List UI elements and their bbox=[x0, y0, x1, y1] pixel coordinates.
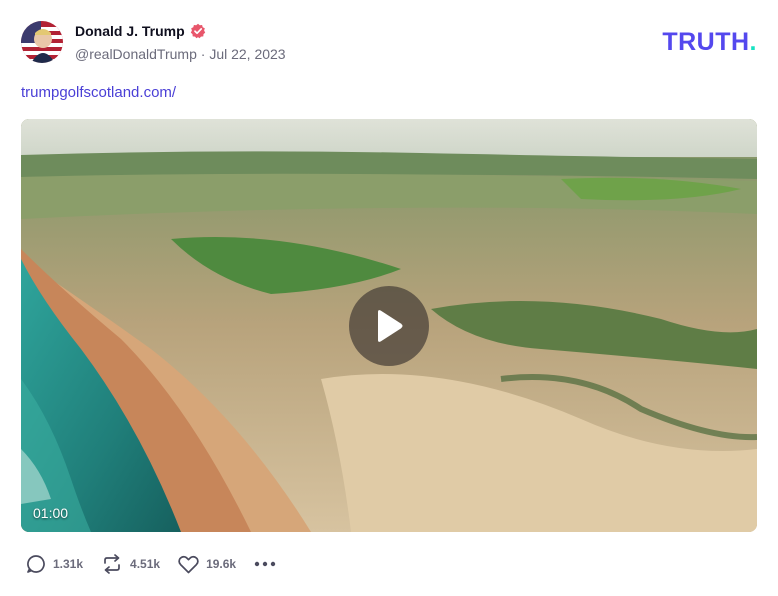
like-count: 19.6k bbox=[206, 557, 237, 571]
post-actions: 1.31k 4.51k 19.6k bbox=[26, 554, 276, 574]
repost-arrows-icon bbox=[104, 554, 120, 574]
reply-count: 1.31k bbox=[53, 557, 84, 571]
avatar[interactable] bbox=[21, 21, 63, 63]
more-dots-icon bbox=[254, 561, 276, 567]
play-button[interactable] bbox=[349, 286, 429, 366]
meta-separator: · bbox=[200, 46, 206, 62]
video-player[interactable]: 01:00 bbox=[21, 119, 757, 532]
author-name[interactable]: Donald J. Trump bbox=[75, 23, 185, 39]
reply-button[interactable]: 1.31k bbox=[26, 554, 83, 574]
post-meta: @realDonaldTrump · Jul 22, 2023 bbox=[75, 46, 286, 62]
post-link[interactable]: trumpgolfscotland.com/ bbox=[21, 84, 176, 101]
heart-icon bbox=[178, 555, 199, 573]
repost-count: 4.51k bbox=[130, 557, 161, 571]
video-duration: 01:00 bbox=[33, 505, 69, 521]
play-icon bbox=[378, 310, 403, 342]
author-handle[interactable]: @realDonaldTrump bbox=[75, 46, 197, 62]
post-header: Donald J. Trump @realDonaldTrump · Jul 2… bbox=[21, 21, 757, 65]
repost-button[interactable]: 4.51k bbox=[101, 554, 160, 574]
truth-logo[interactable]: TRUTH. bbox=[662, 28, 757, 57]
reply-bubble-icon bbox=[27, 555, 45, 573]
like-button[interactable]: 19.6k bbox=[178, 555, 236, 574]
logo-text: TRUTH bbox=[662, 28, 750, 56]
verified-badge-icon bbox=[190, 23, 206, 39]
post-date[interactable]: Jul 22, 2023 bbox=[209, 46, 285, 62]
more-options-button[interactable] bbox=[254, 561, 276, 567]
logo-dot: . bbox=[749, 28, 757, 56]
